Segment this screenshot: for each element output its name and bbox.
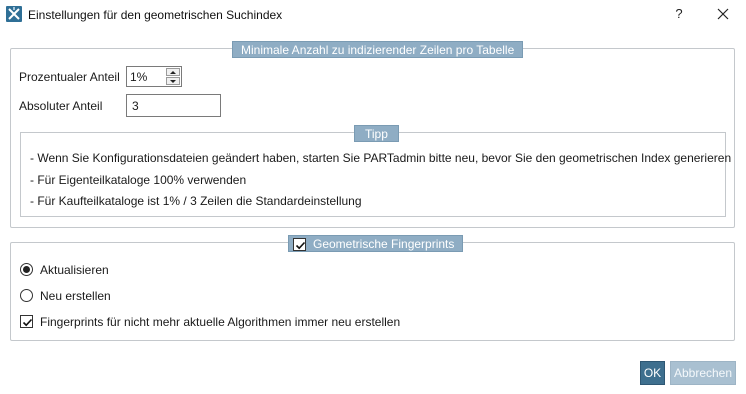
fingerprints-group-legend: Geometrische Fingerprints [288,235,464,252]
neu-erstellen-label[interactable]: Neu erstellen [40,289,111,303]
tip-legend: Tipp [354,125,399,142]
spin-up-button[interactable] [166,68,180,76]
spin-buttons [166,68,180,85]
app-icon [6,6,22,22]
tip-line: - Für Eigenteilkataloge 100% verwenden [30,173,247,187]
fingerprints-group: Geometrische Fingerprints Aktualisieren … [10,235,735,341]
check-icon [295,241,306,250]
radio-neu-erstellen[interactable] [20,289,33,302]
aktualisieren-label[interactable]: Aktualisieren [40,263,109,277]
check-icon [22,318,33,327]
tip-line: - Für Kaufteilkataloge ist 1% / 3 Zeilen… [30,194,362,208]
percent-value[interactable]: 1% [130,70,147,84]
cancel-button[interactable]: Abbrechen [670,361,736,385]
tip-line: - Wenn Sie Konfigurationsdateien geänder… [30,151,732,165]
fingerprints-legend-label: Geometrische Fingerprints [313,237,455,251]
percent-label: Prozentualer Anteil [19,70,120,84]
chevron-down-icon [170,80,176,83]
min-rows-group: Minimale Anzahl zu indizierender Zeilen … [10,41,735,228]
fingerprints-enable-checkbox[interactable] [293,238,306,251]
rebuild-outdated-label[interactable]: Fingerprints für nicht mehr aktuelle Alg… [40,315,400,329]
tip-box: Tipp - Wenn Sie Konfigurationsdateien ge… [20,125,731,217]
radio-aktualisieren[interactable] [20,263,33,276]
title-bar: Einstellungen für den geometrischen Such… [0,0,746,30]
absolute-label: Absoluter Anteil [19,99,103,113]
percent-spinbox[interactable]: 1% [126,66,182,87]
chevron-up-icon [170,71,176,74]
ok-button[interactable]: OK [640,361,665,385]
rebuild-outdated-checkbox[interactable] [20,315,33,328]
min-rows-group-legend: Minimale Anzahl zu indizierender Zeilen … [232,41,524,58]
window-title: Einstellungen für den geometrischen Such… [28,8,283,22]
close-button[interactable] [712,4,734,24]
absolute-input[interactable]: 3 [126,94,221,117]
spin-down-button[interactable] [166,77,180,85]
absolute-value[interactable]: 3 [132,99,139,113]
close-icon [717,8,729,20]
help-button[interactable]: ? [668,4,690,24]
